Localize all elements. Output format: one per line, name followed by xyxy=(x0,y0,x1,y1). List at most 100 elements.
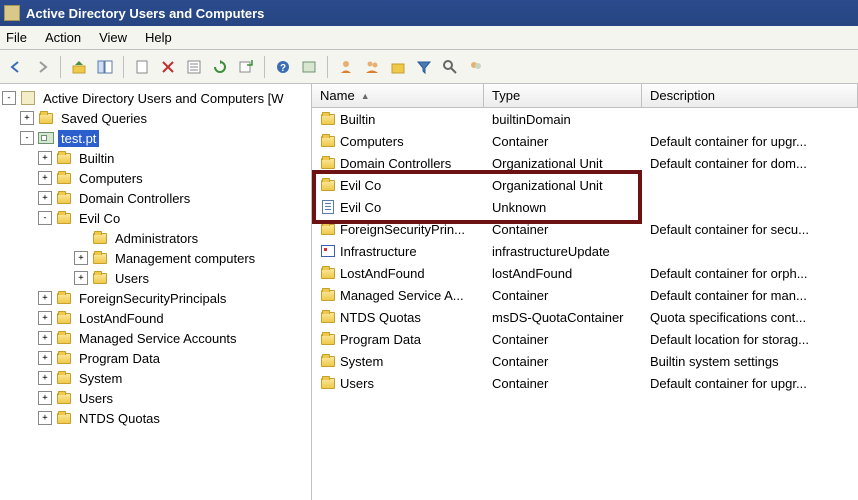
list-cell-description: Default container for dom... xyxy=(642,156,858,171)
tree-item-management-computers[interactable]: +Management computers xyxy=(2,248,309,268)
tree-item-domain[interactable]: -test.pt xyxy=(2,128,309,148)
expand-icon[interactable]: + xyxy=(38,331,52,345)
list-cell-name: LostAndFound xyxy=(340,266,425,281)
list-row[interactable]: NTDS QuotasmsDS-QuotaContainerQuota spec… xyxy=(312,306,858,328)
list-cell-name: Users xyxy=(340,376,374,391)
list-header: Name ▲ Type Description xyxy=(312,84,858,108)
list-cell-description: Default container for orph... xyxy=(642,266,858,281)
collapse-icon[interactable]: - xyxy=(20,131,34,145)
menu-view[interactable]: View xyxy=(99,30,127,45)
list-cell-type: Unknown xyxy=(484,200,642,215)
folder-icon xyxy=(56,210,72,226)
expand-icon[interactable]: + xyxy=(74,271,88,285)
expand-icon[interactable]: + xyxy=(38,371,52,385)
menu-help[interactable]: Help xyxy=(145,30,172,45)
tree-item-domain-controllers[interactable]: +Domain Controllers xyxy=(2,188,309,208)
find-button[interactable] xyxy=(297,55,321,79)
expand-icon[interactable]: + xyxy=(38,411,52,425)
tree-item-managed-service-accounts[interactable]: +Managed Service Accounts xyxy=(2,328,309,348)
list-row[interactable]: UsersContainerDefault container for upgr… xyxy=(312,372,858,394)
tree-item-label: Active Directory Users and Computers [W xyxy=(40,90,287,107)
tree-item-saved-queries[interactable]: +Saved Queries xyxy=(2,108,309,128)
list-row[interactable]: Domain Controllers Organizational UnitDef… xyxy=(312,152,858,174)
list-row[interactable]: ForeignSecurityPrin...ContainerDefault c… xyxy=(312,218,858,240)
folder-icon xyxy=(56,310,72,326)
search-button[interactable] xyxy=(438,55,462,79)
export-button[interactable] xyxy=(234,55,258,79)
tree-item-ntds-quotas[interactable]: + NTDS Quotas xyxy=(2,408,309,428)
tree-item-users[interactable]: +Users xyxy=(2,268,309,288)
properties-button[interactable] xyxy=(182,55,206,79)
delete-button[interactable] xyxy=(156,55,180,79)
show-hide-tree-button[interactable] xyxy=(93,55,117,79)
tree-item-administrators[interactable]: Administrators xyxy=(2,228,309,248)
filter-button[interactable] xyxy=(412,55,436,79)
refresh-button[interactable] xyxy=(208,55,232,79)
app-icon xyxy=(4,5,20,21)
list-cell-name: Domain Controllers xyxy=(340,156,451,171)
tree-root-node[interactable]: - Active Directory Users and Computers [W xyxy=(2,88,309,108)
column-header-name[interactable]: Name ▲ xyxy=(312,84,484,107)
folder-icon xyxy=(320,331,336,347)
document-icon xyxy=(320,199,336,215)
window-title: Active Directory Users and Computers xyxy=(26,6,264,21)
list-cell-type: msDS-QuotaContainer xyxy=(484,310,642,325)
tree-item-label: NTDS Quotas xyxy=(76,410,163,427)
list-cell-name: Infrastructure xyxy=(340,244,417,259)
cut-button[interactable] xyxy=(130,55,154,79)
folder-icon xyxy=(92,230,108,246)
expand-icon[interactable]: + xyxy=(74,251,88,265)
column-header-desc-label: Description xyxy=(650,88,715,103)
tree-item-program-data[interactable]: +Program Data xyxy=(2,348,309,368)
list-cell-type: Organizational Unit xyxy=(484,156,642,171)
list-row[interactable]: Evil CoUnknown xyxy=(312,196,858,218)
list-row[interactable]: SystemContainerBuiltin system settings xyxy=(312,350,858,372)
expand-icon[interactable]: + xyxy=(38,291,52,305)
tree-item-evil-co[interactable]: -Evil Co xyxy=(2,208,309,228)
folder-icon xyxy=(320,155,336,171)
expand-icon[interactable]: + xyxy=(38,151,52,165)
folder-icon xyxy=(56,390,72,406)
help-button[interactable]: ? xyxy=(271,55,295,79)
expand-icon[interactable]: + xyxy=(38,311,52,325)
tree-item-builtin[interactable]: +Builtin xyxy=(2,148,309,168)
collapse-icon[interactable]: - xyxy=(2,91,16,105)
expand-icon[interactable]: + xyxy=(38,171,52,185)
back-button[interactable] xyxy=(4,55,28,79)
collapse-icon[interactable]: - xyxy=(38,211,52,225)
tree-item-computers[interactable]: +Computers xyxy=(2,168,309,188)
tree-item-label: ForeignSecurityPrincipals xyxy=(76,290,229,307)
add-to-group-button[interactable] xyxy=(464,55,488,79)
list-row[interactable]: InfrastructureinfrastructureUpdate xyxy=(312,240,858,262)
list-row[interactable]: Managed Service A...ContainerDefault con… xyxy=(312,284,858,306)
up-button[interactable] xyxy=(67,55,91,79)
tree-pane[interactable]: - Active Directory Users and Computers [W… xyxy=(0,84,312,500)
list-row[interactable]: ComputersContainerDefault container for … xyxy=(312,130,858,152)
list-row[interactable]: Program DataContainerDefault location fo… xyxy=(312,328,858,350)
list-body[interactable]: BuiltinbuiltinDomainComputersContainerDe… xyxy=(312,108,858,500)
tree-item-system[interactable]: + System xyxy=(2,368,309,388)
expand-icon[interactable]: + xyxy=(38,191,52,205)
menu-action[interactable]: Action xyxy=(45,30,81,45)
forward-button[interactable] xyxy=(30,55,54,79)
tree-item-foreignsecurityprincipals[interactable]: + ForeignSecurityPrincipals xyxy=(2,288,309,308)
create-ou-button[interactable] xyxy=(386,55,410,79)
create-group-button[interactable] xyxy=(360,55,384,79)
folder-icon xyxy=(56,170,72,186)
expand-icon[interactable]: + xyxy=(20,111,34,125)
folder-icon xyxy=(320,177,336,193)
tree-item-label: System xyxy=(76,370,125,387)
menu-file[interactable]: File xyxy=(6,30,27,45)
folder-icon xyxy=(320,221,336,237)
expand-icon[interactable]: + xyxy=(38,351,52,365)
list-row[interactable]: LostAndFoundlostAndFoundDefault containe… xyxy=(312,262,858,284)
list-row[interactable]: Evil CoOrganizational Unit xyxy=(312,174,858,196)
expand-icon[interactable]: + xyxy=(38,391,52,405)
column-header-type[interactable]: Type xyxy=(484,84,642,107)
column-header-description[interactable]: Description xyxy=(642,84,858,107)
create-user-button[interactable] xyxy=(334,55,358,79)
list-row[interactable]: BuiltinbuiltinDomain xyxy=(312,108,858,130)
tree-item-lostandfound[interactable]: +LostAndFound xyxy=(2,308,309,328)
tree-item-users[interactable]: +Users xyxy=(2,388,309,408)
folder-icon xyxy=(320,375,336,391)
